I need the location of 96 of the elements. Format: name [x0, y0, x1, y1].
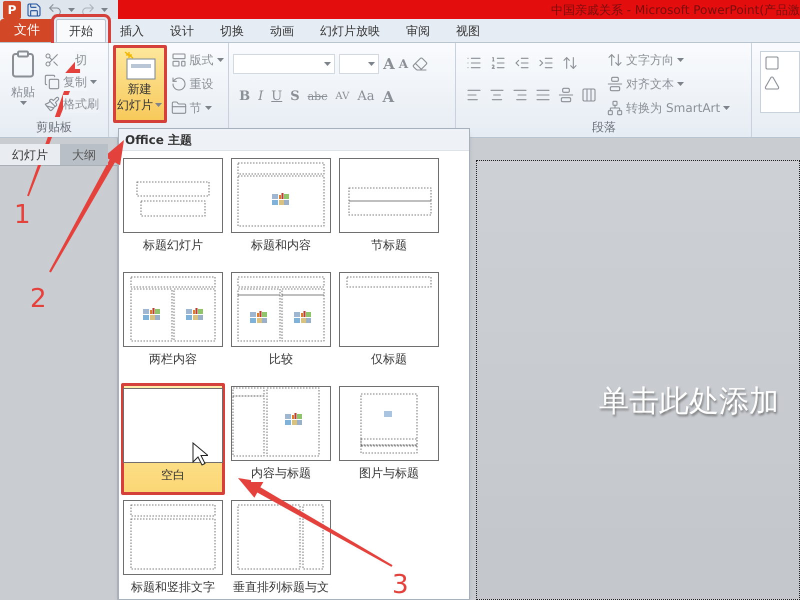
copy-icon[interactable]	[44, 74, 60, 90]
ribbon-tab[interactable]: 设计	[158, 19, 206, 42]
spacing-button[interactable]: AV	[335, 89, 350, 104]
ribbon-tab[interactable]: 视图	[444, 19, 492, 42]
content-icon	[186, 308, 203, 320]
grow-font-button[interactable]: A	[383, 53, 395, 76]
pane-tab[interactable]: 幻灯片	[0, 144, 60, 165]
reset-label[interactable]: 重设	[190, 75, 214, 93]
triangle-icon[interactable]	[764, 75, 780, 91]
caret-icon	[324, 62, 332, 66]
layout-label[interactable]: 版式	[190, 51, 214, 69]
ribbon-tab[interactable]: 动画	[258, 19, 306, 42]
caret-icon	[90, 80, 97, 84]
caret-icon	[216, 58, 224, 62]
font-color-button[interactable]: A	[382, 86, 394, 108]
layout-option[interactable]: 标题幻灯片	[121, 155, 225, 267]
caret-icon	[723, 106, 730, 110]
scissors-icon[interactable]	[44, 52, 60, 68]
section-label[interactable]: 节	[190, 99, 202, 117]
smartart-label[interactable]: 转换为 SmartArt	[626, 99, 720, 117]
step-number: 1	[14, 199, 31, 232]
layout-option[interactable]: 两栏内容	[121, 269, 225, 381]
cut-label[interactable]: 切	[75, 51, 87, 69]
content-icon	[272, 193, 289, 205]
align-text-label[interactable]: 对齐文本	[626, 75, 674, 93]
layout-option[interactable]: 节标题	[337, 155, 441, 267]
caret-icon	[677, 82, 684, 86]
pane-tab[interactable]: 大纲	[60, 144, 108, 165]
layout-option[interactable]: 标题和内容	[229, 155, 333, 267]
font-size-field[interactable]	[339, 54, 380, 74]
file-tab[interactable]: 文件	[0, 19, 54, 42]
ribbon-tab[interactable]: 插入	[108, 19, 156, 42]
distribute-icon[interactable]	[558, 87, 574, 103]
text-direction-icon[interactable]	[607, 52, 624, 68]
copy-label[interactable]: 复制	[63, 73, 87, 91]
caret-icon	[677, 58, 684, 62]
layout-option[interactable]: 内容与标题	[229, 383, 333, 495]
mouse-cursor-icon	[192, 442, 208, 466]
reset-icon[interactable]	[170, 76, 187, 92]
strikethrough-button[interactable]: abc	[308, 88, 328, 105]
layout-option[interactable]: 比较	[229, 269, 333, 381]
caret-icon	[204, 106, 212, 110]
shadow-button[interactable]: S	[290, 87, 300, 106]
group-label: 剪贴板	[36, 117, 72, 137]
app-logo[interactable]: P	[3, 0, 21, 18]
shapes-gallery[interactable]	[760, 51, 800, 113]
bold-button[interactable]: B	[239, 87, 250, 106]
align-right-icon[interactable]	[512, 87, 528, 103]
rectangle-icon[interactable]	[764, 55, 780, 71]
line-spacing-icon[interactable]	[562, 55, 578, 71]
align-left-icon[interactable]	[466, 87, 482, 103]
group-label: 段落	[590, 119, 617, 136]
numbering-icon[interactable]	[490, 55, 506, 71]
layout-icon[interactable]	[170, 52, 187, 68]
font-name-field[interactable]	[233, 54, 336, 74]
align-center-icon[interactable]	[489, 87, 506, 103]
menu-header-text: Office 主题	[125, 132, 192, 148]
layout-option[interactable]: 图片与标题	[337, 383, 441, 495]
smartart-icon[interactable]	[607, 100, 624, 116]
window-title: 中国亲戚关系 - Microsoft PowerPoint(产品激	[550, 2, 800, 18]
save-icon[interactable]	[26, 2, 42, 18]
indent-icon[interactable]	[538, 55, 554, 71]
underline-button[interactable]: U	[271, 87, 282, 106]
format-painter-label[interactable]: 格式刷	[63, 95, 99, 113]
caret-icon	[68, 8, 75, 12]
layout-option[interactable]: 垂直排列标题与文	[229, 497, 333, 600]
step-number: 3	[392, 569, 409, 600]
ribbon-tab[interactable]: 幻灯片放映	[308, 19, 392, 42]
new-slide-button[interactable]: 新建 幻灯片	[112, 45, 167, 123]
caret-icon	[20, 101, 26, 105]
caret-icon	[368, 62, 376, 66]
text-direction-label[interactable]: 文字方向	[626, 51, 674, 69]
section-icon[interactable]	[170, 100, 187, 116]
outdent-icon[interactable]	[514, 55, 530, 71]
caret-icon	[155, 103, 162, 107]
brush-icon[interactable]	[44, 96, 60, 112]
justify-icon[interactable]	[535, 87, 552, 103]
content-icon	[285, 413, 302, 425]
columns-icon[interactable]	[581, 87, 598, 103]
caret-icon	[101, 8, 108, 12]
align-text-icon[interactable]	[607, 76, 624, 92]
content-icon	[294, 311, 311, 323]
new-slide-icon	[122, 51, 157, 81]
content-icon	[250, 311, 267, 323]
content-icon	[143, 308, 160, 320]
layout-option[interactable]: 仅标题	[337, 269, 441, 381]
layout-option[interactable]: 标题和竖排文字	[121, 497, 225, 600]
layout-option[interactable]: 空白	[121, 383, 225, 495]
italic-button[interactable]: I	[258, 87, 264, 106]
change-case-button[interactable]: Aa	[357, 87, 374, 106]
clear-format-icon[interactable]	[412, 56, 428, 72]
ribbon-tab[interactable]: 审阅	[394, 19, 442, 42]
shrink-font-button[interactable]: A	[398, 55, 408, 74]
step-number: 2	[30, 283, 47, 316]
paste-label[interactable]: 粘贴	[11, 83, 35, 101]
ribbon-tab[interactable]: 切换	[208, 19, 256, 42]
